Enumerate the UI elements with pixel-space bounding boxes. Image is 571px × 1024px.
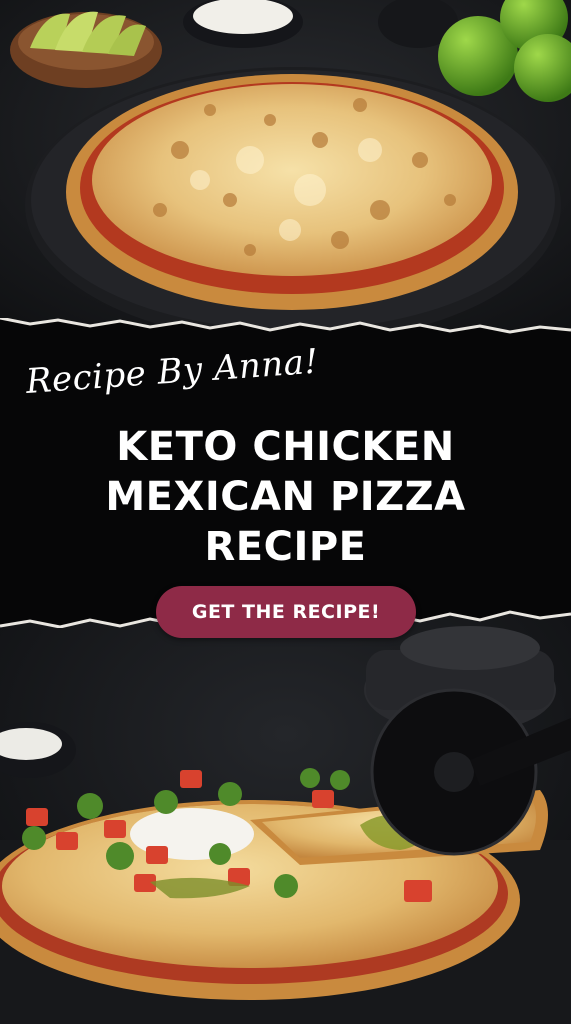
top-pizza-photo — [0, 0, 571, 340]
title-line-1: KETO CHICKEN — [116, 424, 455, 470]
pizza-top — [66, 74, 518, 310]
get-recipe-button[interactable]: GET THE RECIPE! — [156, 586, 416, 638]
bottom-pizza-photo — [0, 610, 571, 1024]
title-line-2: MEXICAN PIZZA — [105, 474, 466, 520]
avocado-bowl — [10, 11, 162, 88]
title-line-3: RECIPE — [204, 524, 367, 570]
recipe-title: KETO CHICKEN MEXICAN PIZZA RECIPE — [0, 422, 571, 572]
